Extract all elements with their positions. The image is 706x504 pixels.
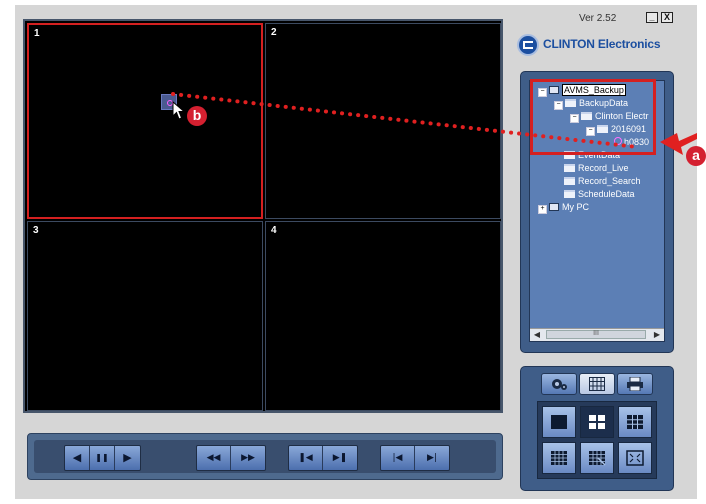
- scroll-left-icon[interactable]: ◀: [532, 330, 542, 340]
- tree-node-scheduledata[interactable]: ScheduleData: [564, 188, 635, 201]
- tree-node-clip-file[interactable]: h0830: [614, 136, 649, 149]
- tab-print[interactable]: [617, 373, 653, 395]
- layout-custom-button[interactable]: [580, 442, 614, 474]
- video-cell-2[interactable]: 2: [265, 23, 501, 219]
- folder-icon: [564, 177, 575, 185]
- tab-settings[interactable]: [541, 373, 577, 395]
- layout-fullscreen-button[interactable]: [618, 442, 652, 474]
- tree-label: ScheduleData: [578, 189, 635, 199]
- computer-icon: [549, 203, 559, 211]
- view-control-panel: [520, 366, 674, 491]
- printer-icon: [627, 376, 643, 392]
- tree-label: My PC: [562, 202, 589, 212]
- tree-node-eventdata[interactable]: EventData: [564, 149, 620, 162]
- custom-view-icon: [589, 451, 606, 466]
- skip-button-group: |◀ ▶|: [380, 445, 450, 471]
- scroll-right-icon[interactable]: ▶: [652, 330, 662, 340]
- tree-horizontal-scrollbar[interactable]: ◀ III ▶: [530, 328, 664, 341]
- minimize-button[interactable]: _: [646, 12, 658, 23]
- gear-icon: [552, 379, 567, 390]
- folder-icon: [581, 112, 592, 120]
- file-tree-panel: − AVMS_Backup − BackupData − Clinton Electr…: [520, 71, 674, 353]
- layout-selector: [537, 401, 657, 479]
- tree-node-clinton-electr[interactable]: − Clinton Electr: [570, 110, 649, 123]
- video-cell-3[interactable]: 3: [27, 221, 263, 411]
- pause-button[interactable]: ❚❚: [90, 446, 115, 470]
- folder-icon: [564, 164, 575, 172]
- tree-label: EventData: [578, 150, 621, 160]
- app-window: 1 2 3 4 ◀ ❚❚ ▶ ◀◀ ▶▶ ❚◀ ▶❚ |◀ ▶| Ver 2.5…: [15, 5, 706, 499]
- folder-icon: [565, 99, 576, 107]
- folder-icon: [564, 151, 575, 159]
- layout-9-button[interactable]: [618, 406, 652, 438]
- play-button-group: ◀ ❚❚ ▶: [64, 445, 141, 471]
- fast-forward-button[interactable]: ▶▶: [231, 446, 265, 470]
- sixteen-view-icon: [551, 451, 567, 465]
- folder-icon: [597, 125, 608, 133]
- video-grid: 1 2 3 4: [23, 19, 503, 413]
- playback-control-inner: ◀ ❚❚ ▶ ◀◀ ▶▶ ❚◀ ▶❚ |◀ ▶|: [34, 440, 496, 473]
- video-cell-4[interactable]: 4: [265, 221, 501, 411]
- close-button[interactable]: X: [661, 12, 673, 23]
- version-label: Ver 2.52: [579, 13, 617, 24]
- tree-node-my-pc[interactable]: + My PC: [538, 201, 589, 214]
- expand-icon[interactable]: +: [538, 205, 547, 214]
- playback-control-bar: ◀ ❚❚ ▶ ◀◀ ▶▶ ❚◀ ▶❚ |◀ ▶|: [27, 433, 503, 480]
- cell-number: 3: [33, 225, 39, 236]
- nine-view-icon: [627, 415, 643, 429]
- annotation-badge-a: a: [686, 146, 706, 166]
- grid-icon: [589, 377, 605, 391]
- tab-layout[interactable]: [579, 373, 615, 395]
- folder-icon: [564, 190, 575, 198]
- tree-label: h0830: [624, 137, 650, 147]
- cell-number: 2: [271, 27, 277, 38]
- skip-end-button[interactable]: ▶|: [415, 446, 449, 470]
- cell-number: 1: [34, 28, 40, 39]
- skip-start-button[interactable]: |◀: [381, 446, 415, 470]
- annotation-badge-b: b: [187, 106, 207, 126]
- step-back-button[interactable]: ❚◀: [289, 446, 323, 470]
- tree-node-date-folder[interactable]: − 2016091: [586, 123, 646, 136]
- collapse-icon[interactable]: −: [538, 88, 547, 97]
- cell-number: 4: [271, 225, 277, 236]
- video-cell-1[interactable]: 1: [27, 23, 263, 219]
- tree-label: BackupData: [579, 98, 629, 108]
- tree-node-record-search[interactable]: Record_Search: [564, 175, 641, 188]
- layout-16-button[interactable]: [542, 442, 576, 474]
- tree-label: 2016091: [611, 124, 647, 134]
- tree-node-avms-backup[interactable]: − AVMS_Backup: [538, 84, 626, 97]
- drive-icon: [549, 86, 559, 94]
- tree-node-record-live[interactable]: Record_Live: [564, 162, 629, 175]
- collapse-icon[interactable]: −: [570, 114, 579, 123]
- tree-label: Clinton Electr: [595, 111, 649, 121]
- brand-name: CLINTON Electronics: [543, 37, 661, 51]
- tree-node-backupdata[interactable]: − BackupData: [554, 97, 628, 110]
- reverse-play-button[interactable]: ◀: [65, 446, 90, 470]
- mouse-pointer-icon: [172, 101, 186, 120]
- collapse-icon[interactable]: −: [586, 127, 595, 136]
- play-button[interactable]: ▶: [115, 446, 140, 470]
- speed-button-group: ◀◀ ▶▶: [196, 445, 266, 471]
- layout-1-button[interactable]: [542, 406, 576, 438]
- step-button-group: ❚◀ ▶❚: [288, 445, 358, 471]
- file-tree: − AVMS_Backup − BackupData − Clinton Electr…: [529, 80, 665, 342]
- clinton-logo-icon: [517, 34, 539, 56]
- quad-view-icon: [589, 415, 605, 429]
- step-forward-button[interactable]: ▶❚: [323, 446, 357, 470]
- fast-reverse-button[interactable]: ◀◀: [197, 446, 231, 470]
- single-view-icon: [551, 415, 567, 429]
- video-file-icon: [614, 137, 622, 145]
- layout-4-button[interactable]: [580, 406, 614, 438]
- fullscreen-icon: [626, 450, 644, 466]
- tree-label: Record_Search: [578, 176, 641, 186]
- scroll-thumb[interactable]: III: [546, 330, 646, 339]
- collapse-icon[interactable]: −: [554, 101, 563, 110]
- tree-label: Record_Live: [578, 163, 629, 173]
- tree-label: AVMS_Backup: [562, 84, 626, 96]
